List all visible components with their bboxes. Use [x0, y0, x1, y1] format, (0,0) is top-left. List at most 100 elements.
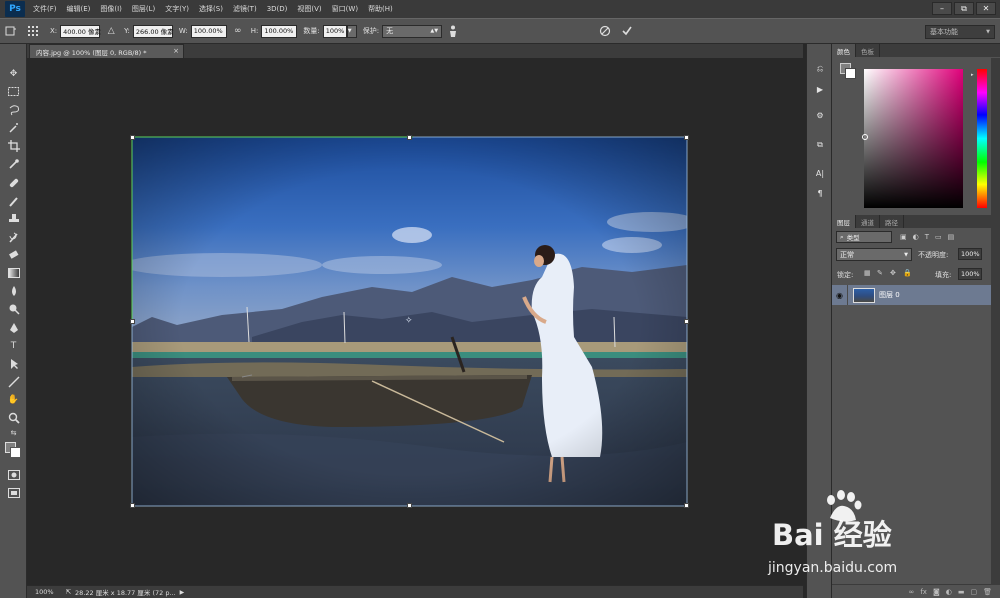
close-window-button[interactable]: ✕: [976, 2, 996, 15]
lock-pixels-icon[interactable]: ✎: [877, 269, 883, 277]
reference-point-icon[interactable]: [26, 24, 40, 38]
transform-handle-right[interactable]: [684, 319, 689, 324]
transform-handle-top[interactable]: [407, 135, 412, 140]
close-icon[interactable]: ×: [173, 47, 179, 55]
tab-paths[interactable]: 路径: [880, 215, 904, 228]
character-panel-icon[interactable]: A|: [813, 166, 827, 180]
count-dropdown[interactable]: ▼: [346, 24, 357, 38]
width-field[interactable]: 100.00%: [190, 24, 227, 38]
transform-handle-left[interactable]: [130, 319, 135, 324]
delete-layer-icon[interactable]: 🗑: [983, 588, 992, 596]
eye-icon[interactable]: ◉: [832, 285, 848, 305]
gradient-tool-icon[interactable]: [6, 265, 21, 280]
lock-position-icon[interactable]: ✥: [890, 269, 896, 277]
menu-help[interactable]: 帮助(H): [368, 4, 393, 14]
clone-source-panel-icon[interactable]: ⧉: [813, 138, 827, 152]
new-group-icon[interactable]: ▬: [958, 588, 965, 596]
zoom-level[interactable]: 100%: [35, 588, 54, 596]
tab-color[interactable]: 颜色: [832, 44, 856, 57]
dodge-tool-icon[interactable]: [6, 301, 21, 316]
menu-3d[interactable]: 3D(D): [267, 5, 288, 13]
color-picker-cursor[interactable]: [862, 134, 868, 140]
tab-channels[interactable]: 通道: [856, 215, 880, 228]
menu-window[interactable]: 窗口(W): [332, 4, 358, 14]
zoom-tool-icon[interactable]: [6, 410, 21, 425]
layer-row[interactable]: ◉ 图层 0: [832, 285, 992, 305]
pen-tool-icon[interactable]: [6, 320, 21, 335]
transform-handle-bottom[interactable]: [407, 503, 412, 508]
adjustment-filter-icon[interactable]: ◐: [913, 233, 919, 241]
panel-scrollbar[interactable]: [991, 58, 1000, 585]
protect-select[interactable]: 无 ▲▼: [382, 24, 443, 38]
y-field[interactable]: 266.00 像素: [132, 24, 174, 38]
hue-slider-marker-icon[interactable]: ▸: [971, 72, 974, 78]
blur-tool-icon[interactable]: [6, 283, 21, 298]
link-layers-icon[interactable]: ∞: [909, 588, 915, 596]
workspace-select[interactable]: 基本功能 ▼: [925, 25, 995, 39]
commit-transform-icon[interactable]: [620, 24, 634, 38]
count-field[interactable]: 100%: [322, 24, 347, 38]
delta-icon[interactable]: △: [104, 24, 118, 38]
menu-image[interactable]: 图像(I): [100, 4, 122, 14]
tool-preset-icon[interactable]: [4, 24, 18, 38]
layer-filter-select[interactable]: ⌕ 类型: [836, 231, 892, 243]
adjustments-panel-icon[interactable]: ⚙: [813, 108, 827, 122]
cancel-transform-icon[interactable]: [598, 24, 612, 38]
swap-colors-icon[interactable]: ⇆: [6, 428, 21, 438]
restore-button[interactable]: ⧉: [954, 2, 974, 15]
magic-wand-tool-icon[interactable]: [6, 120, 21, 135]
add-mask-icon[interactable]: ◙: [933, 588, 940, 596]
marquee-tool-icon[interactable]: [6, 84, 21, 99]
blend-mode-select[interactable]: 正常 ▼: [836, 248, 912, 261]
person-icon[interactable]: [446, 24, 460, 38]
move-tool-icon[interactable]: ✥: [6, 66, 21, 81]
menu-filter[interactable]: 滤镜(T): [233, 4, 257, 14]
type-filter-icon[interactable]: T: [925, 233, 929, 241]
smart-object-filter-icon[interactable]: ▤: [948, 233, 955, 241]
minimize-button[interactable]: –: [932, 2, 952, 15]
image-filter-icon[interactable]: ▣: [900, 233, 907, 241]
shape-filter-icon[interactable]: ▭: [935, 233, 942, 241]
new-layer-icon[interactable]: ▢: [970, 588, 977, 596]
lock-all-icon[interactable]: 🔒: [903, 269, 912, 277]
transform-handle-top-right[interactable]: [684, 135, 689, 140]
canvas-area[interactable]: ✧: [27, 58, 803, 585]
history-panel-icon[interactable]: ⎌: [813, 62, 827, 76]
x-field[interactable]: 400.00 像素: [60, 24, 101, 38]
menu-file[interactable]: 文件(F): [33, 4, 57, 14]
export-icon[interactable]: ⇱: [66, 588, 71, 596]
brush-tool-icon[interactable]: [6, 193, 21, 208]
crop-tool-icon[interactable]: [6, 138, 21, 153]
background-color-swatch[interactable]: [10, 447, 21, 458]
actions-panel-icon[interactable]: ▶: [813, 82, 827, 96]
eyedropper-tool-icon[interactable]: [6, 156, 21, 171]
eraser-tool-icon[interactable]: [6, 247, 21, 262]
healing-brush-tool-icon[interactable]: [6, 175, 21, 190]
menu-select[interactable]: 选择(S): [199, 4, 223, 14]
menu-view[interactable]: 视图(V): [297, 4, 321, 14]
screen-mode-icon[interactable]: [6, 485, 21, 500]
fill-field[interactable]: 100%: [958, 268, 982, 280]
menu-edit[interactable]: 编辑(E): [67, 4, 91, 14]
lock-transparency-icon[interactable]: ▦: [864, 269, 871, 277]
history-brush-tool-icon[interactable]: [6, 229, 21, 244]
link-icon[interactable]: ∞: [231, 24, 245, 38]
paragraph-panel-icon[interactable]: ¶: [813, 186, 827, 200]
play-icon[interactable]: ▶: [180, 589, 185, 596]
bg-color-chip[interactable]: [845, 68, 856, 79]
document-tab[interactable]: 内容.jpg @ 100% (图层 0, RGB/8) * ×: [29, 44, 184, 58]
transform-handle-bottom-left[interactable]: [130, 503, 135, 508]
transform-handle-top-left[interactable]: [130, 135, 135, 140]
tab-swatches[interactable]: 色板: [856, 44, 880, 57]
tab-layers[interactable]: 图层: [832, 215, 856, 228]
transform-center-icon[interactable]: ✧: [405, 316, 413, 326]
hand-tool-icon[interactable]: ✋: [6, 392, 21, 407]
type-tool-icon[interactable]: T: [6, 338, 21, 353]
color-picker-field[interactable]: [864, 69, 963, 208]
menu-layer[interactable]: 图层(L): [132, 4, 155, 14]
menu-type[interactable]: 文字(Y): [165, 4, 189, 14]
stamp-tool-icon[interactable]: [6, 211, 21, 226]
layer-name[interactable]: 图层 0: [879, 290, 900, 300]
layer-style-icon[interactable]: fx: [920, 588, 927, 596]
line-tool-icon[interactable]: [6, 374, 21, 389]
